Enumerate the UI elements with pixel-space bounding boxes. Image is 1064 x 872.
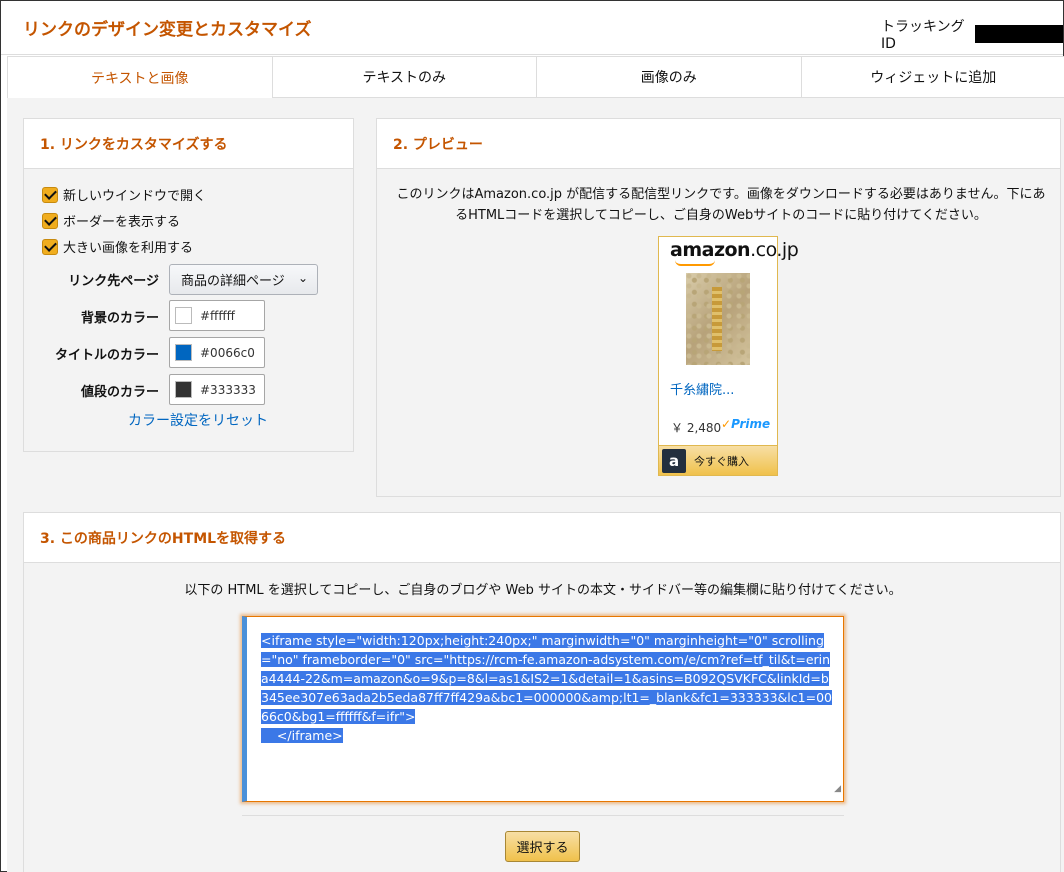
price-color-field[interactable]: #333333	[169, 374, 265, 405]
preview-heading: 2. プレビュー	[377, 119, 1060, 169]
customize-panel: 1. リンクをカスタマイズする 新しいウインドウで開く ボーダーを表示する 大き…	[23, 118, 354, 452]
product-title[interactable]: 千糸繡院...	[670, 379, 734, 398]
checkbox-large-image[interactable]: 大きい画像を利用する	[42, 237, 193, 256]
tab-image-only[interactable]: 画像のみ	[536, 56, 802, 97]
product-price: ￥ 2,480	[671, 421, 722, 435]
html-code-textarea[interactable]: <iframe style="width:120px;height:240px;…	[242, 616, 844, 802]
tab-widget[interactable]: ウィジェットに追加	[800, 56, 1064, 97]
select-code-button[interactable]: 選択する	[505, 831, 580, 862]
amazon-logo-suffix: .co.jp	[750, 239, 799, 261]
prime-check-icon: ✓	[721, 417, 732, 431]
tab-text-and-image[interactable]: テキストと画像	[7, 56, 273, 99]
tab-text-only[interactable]: テキストのみ	[271, 56, 537, 97]
title-color-label: タイトルのカラー	[54, 348, 159, 363]
chevron-down-icon: ⌄	[297, 271, 308, 285]
resize-grip-icon[interactable]: ◢	[834, 780, 841, 799]
bg-color-label: 背景のカラー	[80, 311, 159, 326]
bg-color-field[interactable]: #ffffff	[169, 300, 265, 331]
tracking-id: トラッキングID	[881, 16, 1063, 52]
tracking-id-label: トラッキングID	[881, 19, 965, 52]
amazon-smile-icon	[675, 260, 715, 266]
price-color-label: 値段のカラー	[80, 385, 159, 400]
customize-heading: 1. リンクをカスタマイズする	[24, 119, 353, 169]
reset-colors-link[interactable]: カラー設定をリセット	[128, 410, 268, 430]
html-code-selected: <iframe style="width:120px;height:240px;…	[261, 633, 832, 743]
checkbox-checked-icon[interactable]	[42, 186, 58, 203]
tab-bar: テキストと画像 テキストのみ 画像のみ ウィジェットに追加	[7, 56, 1064, 99]
product-image[interactable]	[686, 273, 750, 365]
page-title: リンクのデザイン変更とカスタマイズ	[23, 20, 312, 40]
amazon-a-icon: a	[662, 448, 686, 473]
get-html-heading: 3. この商品リンクのHTMLを取得する	[24, 513, 1060, 563]
get-html-panel: 3. この商品リンクのHTMLを取得する 以下の HTML を選択してコピーし、…	[23, 512, 1061, 872]
checkbox-show-border[interactable]: ボーダーを表示する	[42, 211, 180, 230]
tracking-id-redacted	[974, 25, 1063, 43]
checkbox-new-window[interactable]: 新しいウインドウで開く	[42, 185, 206, 204]
checkbox-label: 新しいウインドウで開く	[63, 189, 207, 204]
get-html-description: 以下の HTML を選択してコピーし、ご自身のブログや Web サイトの本文・サ…	[184, 583, 902, 598]
buy-now-button[interactable]: a 今すぐ購入	[659, 445, 777, 475]
link-target-select[interactable]: 商品の詳細ページ ⌄	[169, 264, 318, 295]
link-target-label: リンク先ページ	[68, 274, 159, 289]
divider	[242, 815, 844, 816]
amazon-logo: amazon.co.jp	[670, 239, 799, 261]
title-color-swatch[interactable]	[175, 344, 192, 361]
amazon-logo-text: amazon	[670, 239, 751, 261]
buy-now-label: 今すぐ購入	[694, 454, 749, 468]
title-color-value: #0066c0	[200, 345, 255, 360]
title-color-field[interactable]: #0066c0	[169, 337, 265, 368]
link-target-value: 商品の詳細ページ	[181, 274, 285, 289]
checkbox-label: 大きい画像を利用する	[63, 241, 194, 256]
checkbox-label: ボーダーを表示する	[63, 215, 181, 230]
preview-panel: 2. プレビュー このリンクはAmazon.co.jp が配信する配信型リンクで…	[376, 118, 1061, 497]
prime-badge: ✓Prime	[721, 417, 770, 431]
ad-preview[interactable]: amazon.co.jp 千糸繡院... ￥ 2,480 ✓Prime a 今す…	[658, 236, 799, 476]
preview-description: このリンクはAmazon.co.jp が配信する配信型リンクです。画像をダウンロ…	[396, 187, 1046, 223]
bg-color-swatch[interactable]	[175, 307, 192, 324]
price-color-swatch[interactable]	[175, 381, 192, 398]
checkbox-checked-icon[interactable]	[42, 212, 58, 229]
prime-label: Prime	[731, 417, 771, 431]
checkbox-checked-icon[interactable]	[42, 238, 58, 255]
bg-color-value: #ffffff	[200, 308, 235, 323]
top-bar: リンクのデザイン変更とカスタマイズ トラッキングID	[1, 1, 1063, 55]
price-color-value: #333333	[200, 382, 256, 397]
